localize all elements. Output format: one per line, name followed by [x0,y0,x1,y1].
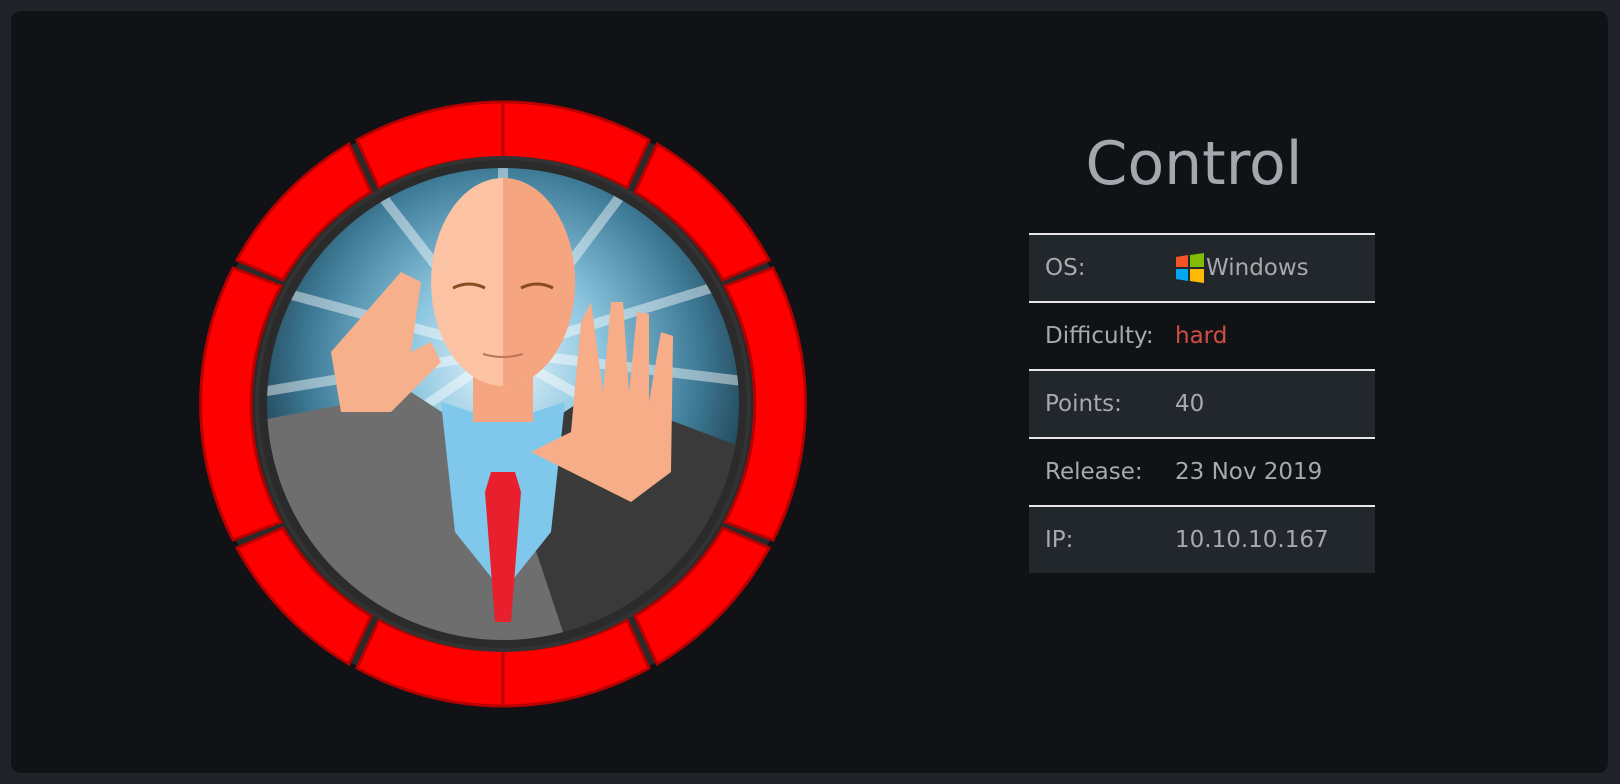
difficulty-value: hard [1175,323,1228,349]
ip-label: IP: [1045,527,1074,553]
machine-avatar [191,92,815,716]
windows-logo-icon [1176,253,1204,283]
os-label: OS: [1045,255,1086,281]
release-label: Release: [1045,459,1143,485]
machine-name: Control [1085,129,1303,199]
machine-avatar-image [199,100,807,708]
os-value-container: Windows [1175,253,1375,283]
release-value: 23 Nov 2019 [1175,459,1323,485]
info-row-points: Points: 40 [1029,371,1375,439]
info-row-difficulty: Difficulty: hard [1029,303,1375,371]
machine-info-table: OS: Windows Difficulty: hard Points: 40 … [1029,233,1375,573]
points-value: 40 [1175,391,1205,417]
os-value: Windows [1206,255,1309,281]
info-row-release: Release: 23 Nov 2019 [1029,439,1375,507]
info-row-ip: IP: 10.10.10.167 [1029,507,1375,573]
ip-value: 10.10.10.167 [1175,527,1329,553]
difficulty-label: Difficulty: [1045,323,1154,349]
info-row-os: OS: Windows [1029,235,1375,303]
points-label: Points: [1045,391,1122,417]
machine-card: Control OS: Windows Difficulty: hard Poi… [11,11,1608,773]
